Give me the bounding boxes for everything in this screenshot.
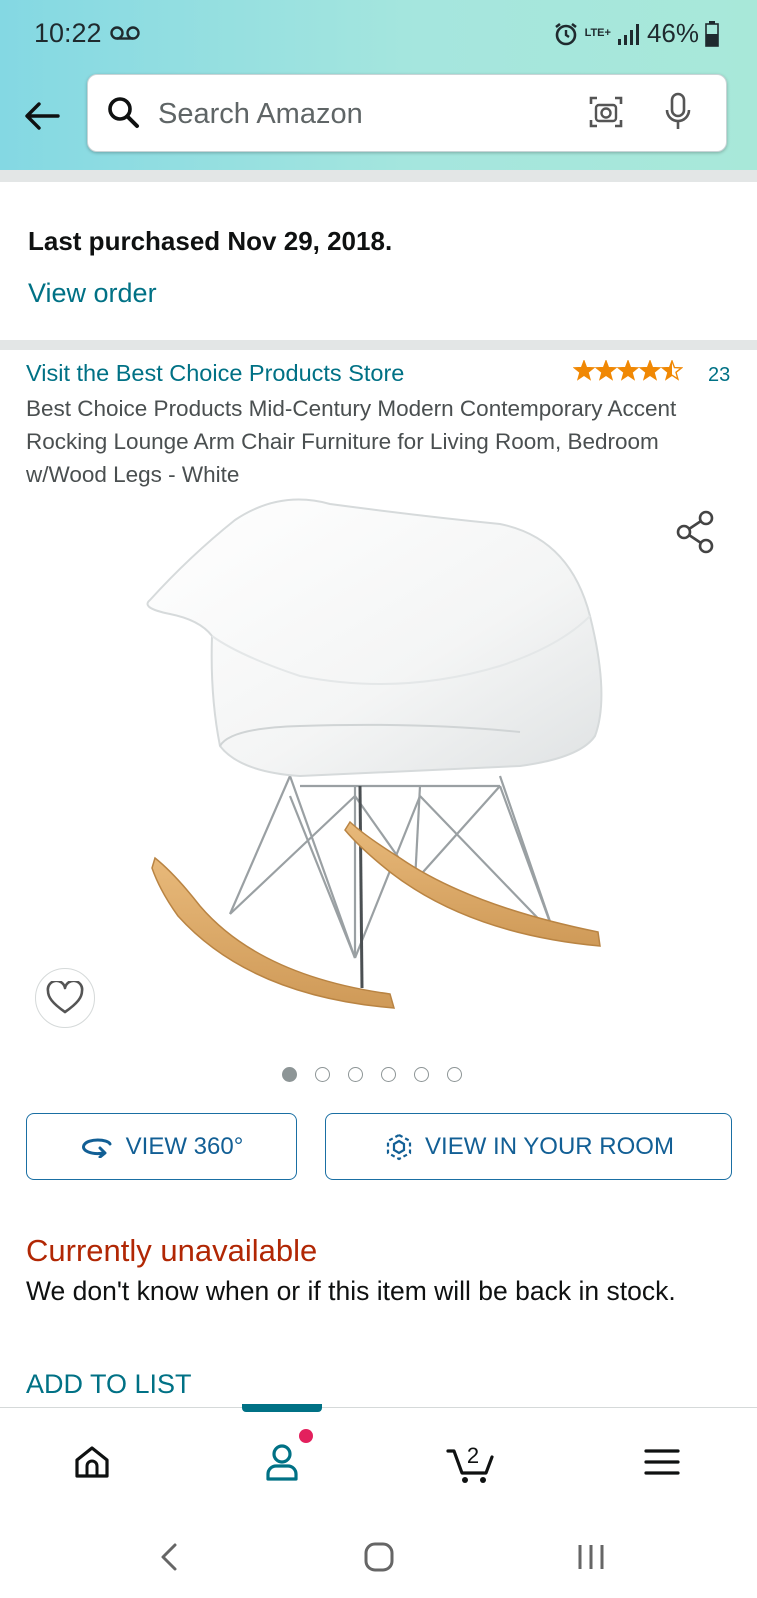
back-arrow-icon: [25, 102, 60, 130]
rating-count[interactable]: 23: [708, 364, 730, 387]
app-header: 10:22 LTE+ 46%: [0, 0, 757, 170]
availability-status: Currently unavailable: [26, 1233, 318, 1268]
microphone-icon[interactable]: [663, 91, 693, 133]
cart-count: 2: [467, 1443, 479, 1468]
carousel-dot[interactable]: [348, 1067, 363, 1082]
product-title: Best Choice Products Mid-Century Modern …: [26, 396, 677, 487]
section-divider: [0, 170, 757, 182]
battery-percent: 46%: [646, 18, 699, 48]
notification-dot: [299, 1429, 313, 1443]
add-to-list-link[interactable]: ADD TO LIST: [26, 1369, 192, 1400]
system-home-button[interactable]: [354, 1532, 404, 1582]
store-link[interactable]: Visit the Best Choice Products Store: [26, 360, 404, 387]
search-icon: [108, 97, 139, 128]
account-icon: [266, 1444, 298, 1481]
rating-star-fill: [618, 361, 638, 380]
chevron-left-icon: [161, 1543, 177, 1571]
carousel-dot[interactable]: [282, 1067, 297, 1082]
nav-cart[interactable]: 2: [442, 1436, 502, 1488]
carousel-dot[interactable]: [447, 1067, 462, 1082]
view-order-link[interactable]: View order: [28, 278, 157, 309]
search-bar[interactable]: [87, 74, 727, 152]
view-360-label: VIEW 360°: [125, 1132, 244, 1160]
status-time: 10:22: [34, 18, 102, 48]
ar-cube-icon: [386, 1133, 412, 1160]
carousel-dot[interactable]: [381, 1067, 396, 1082]
signal-icon: [617, 23, 639, 45]
home-icon: [75, 1446, 109, 1478]
recents-icon: [578, 1545, 604, 1569]
rating-stars-icon: [573, 360, 683, 381]
system-recents-button[interactable]: [566, 1532, 616, 1582]
search-input[interactable]: [156, 89, 560, 139]
active-tab-indicator: [242, 1404, 322, 1412]
last-purchased-text: Last purchased Nov 29, 2018.: [28, 226, 393, 256]
home-square-icon: [364, 1542, 394, 1572]
rotate-360-icon: [81, 1138, 112, 1158]
share-button[interactable]: [675, 510, 717, 559]
stock-note: We don't know when or if this item will …: [26, 1276, 676, 1306]
voicemail-icon: [110, 26, 140, 40]
camera-scan-icon[interactable]: [588, 93, 624, 131]
hamburger-menu-icon: [644, 1449, 680, 1475]
section-divider: [0, 340, 757, 350]
view-in-room-label: VIEW IN YOUR ROOM: [425, 1132, 674, 1160]
nav-account[interactable]: [252, 1436, 312, 1488]
product-image[interactable]: [0, 496, 757, 1044]
network-label: LTE+: [584, 27, 611, 39]
heart-icon: [46, 981, 84, 1014]
cart-icon: 2: [446, 1443, 494, 1483]
wishlist-button[interactable]: [35, 968, 95, 1028]
status-bar: 10:22 LTE+ 46%: [0, 0, 757, 70]
nav-menu[interactable]: [632, 1436, 692, 1488]
carousel-dot[interactable]: [315, 1067, 330, 1082]
rating-star-fill: [640, 361, 660, 380]
carousel-dot[interactable]: [414, 1067, 429, 1082]
view-in-your-room-button[interactable]: VIEW IN YOUR ROOM: [325, 1113, 732, 1180]
view-360-button[interactable]: VIEW 360°: [26, 1113, 297, 1180]
nav-home[interactable]: [62, 1436, 122, 1488]
star-rating[interactable]: [573, 360, 683, 382]
status-indicators: LTE+ 46%: [553, 18, 719, 49]
rating-star-fill: [596, 361, 616, 380]
battery-icon: [705, 20, 719, 47]
share-icon: [676, 510, 714, 554]
back-button[interactable]: [20, 94, 64, 138]
alarm-icon: [554, 22, 577, 45]
image-carousel-dots: [282, 1067, 462, 1082]
rocking-chair-image: [146, 498, 603, 1009]
system-back-button[interactable]: [144, 1532, 194, 1582]
rating-star-fill: [574, 361, 594, 380]
